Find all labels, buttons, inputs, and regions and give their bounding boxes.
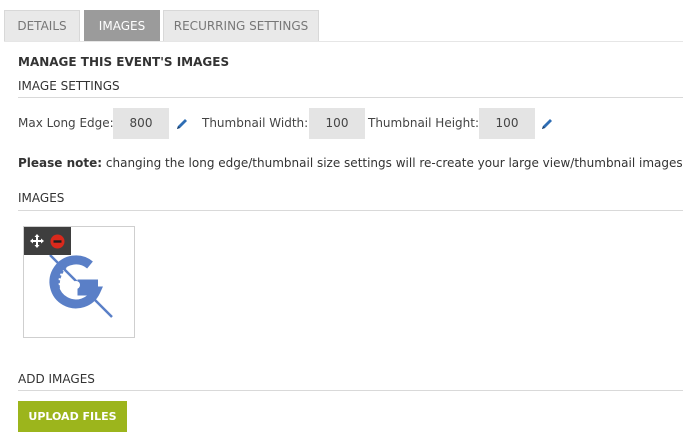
remove-icon[interactable] bbox=[50, 234, 65, 249]
divider bbox=[18, 390, 683, 391]
max-long-edge-input[interactable] bbox=[113, 108, 169, 139]
thumbnail-width-label: Thumbnail Width: bbox=[202, 116, 309, 130]
thumbnail-height-input[interactable] bbox=[479, 108, 535, 139]
image-thumbnail[interactable] bbox=[23, 226, 135, 338]
tab-bar: DETAILS IMAGES RECURRING SETTINGS bbox=[0, 0, 683, 41]
thumbnail-height-label: Thumbnail Height: bbox=[368, 116, 479, 130]
image-settings-heading: IMAGE SETTINGS bbox=[18, 79, 120, 93]
note-prefix: Please note: bbox=[18, 156, 103, 170]
upload-files-button[interactable]: UPLOAD FILES bbox=[18, 401, 127, 432]
tab-recurring-settings[interactable]: RECURRING SETTINGS bbox=[163, 10, 319, 41]
page-title: MANAGE THIS EVENT'S IMAGES bbox=[18, 55, 230, 69]
pencil-icon[interactable] bbox=[175, 117, 189, 131]
divider bbox=[18, 210, 683, 211]
move-icon[interactable] bbox=[30, 234, 44, 248]
note-text: changing the long edge/thumbnail size se… bbox=[102, 156, 683, 170]
event-image bbox=[49, 254, 113, 318]
tab-images[interactable]: IMAGES bbox=[84, 10, 160, 41]
max-long-edge-label: Max Long Edge: bbox=[18, 116, 114, 130]
thumbnail-width-input[interactable] bbox=[309, 108, 365, 139]
add-images-heading: ADD IMAGES bbox=[18, 372, 95, 386]
divider bbox=[18, 97, 683, 98]
pencil-icon[interactable] bbox=[540, 117, 554, 131]
tab-details[interactable]: DETAILS bbox=[4, 10, 80, 41]
size-settings-note: Please note: changing the long edge/thum… bbox=[18, 156, 683, 170]
thumbnail-toolbar bbox=[24, 227, 71, 255]
images-heading: IMAGES bbox=[18, 191, 65, 205]
